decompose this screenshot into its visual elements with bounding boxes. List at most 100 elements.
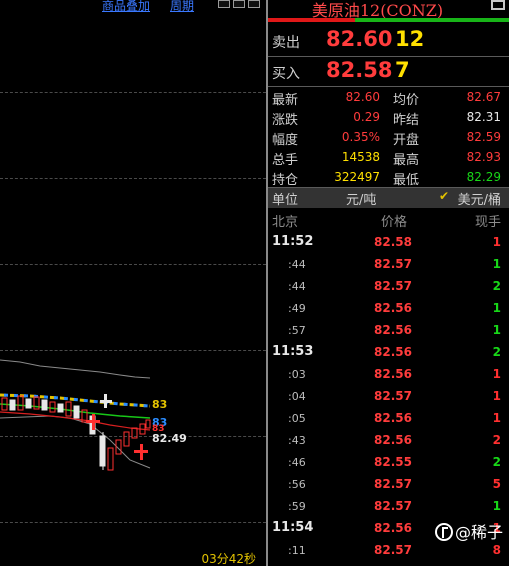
ask-price: 82.60 bbox=[326, 27, 393, 51]
tick-price: 82.57 bbox=[374, 477, 412, 491]
tick-header-time: 北京 bbox=[272, 215, 299, 230]
stat-label: 开盘 bbox=[393, 133, 420, 148]
tick-row[interactable]: :49 82.56 1 bbox=[268, 297, 509, 319]
tick-row[interactable]: :03 82.56 1 bbox=[268, 363, 509, 385]
tick-volume: 1 bbox=[492, 323, 501, 337]
tick-row[interactable]: 11:52 82.58 1 bbox=[268, 231, 509, 253]
price-level-label: 83 bbox=[152, 398, 168, 411]
stat-label: 均价 bbox=[393, 93, 420, 108]
stat-value: 322497 bbox=[334, 170, 380, 184]
tick-price: 82.56 bbox=[374, 301, 412, 315]
tick-row[interactable]: :43 82.56 2 bbox=[268, 429, 509, 451]
tick-header-volume: 现手 bbox=[474, 215, 501, 230]
stat-label: 涨跌 bbox=[272, 113, 299, 128]
tick-price: 82.57 bbox=[374, 257, 412, 271]
tick-price: 82.56 bbox=[374, 345, 412, 359]
tick-row[interactable]: :57 82.56 1 bbox=[268, 319, 509, 341]
tick-row[interactable]: :56 82.57 5 bbox=[268, 473, 509, 495]
stat-value: 82.60 bbox=[345, 90, 380, 104]
watermark-text: @稀子 bbox=[454, 523, 503, 542]
tick-price: 82.56 bbox=[374, 433, 412, 447]
bid-row[interactable]: 买入 82.58 7 bbox=[268, 56, 509, 86]
stat-label: 幅度 bbox=[272, 133, 299, 148]
fan-icon bbox=[434, 523, 453, 541]
tick-time: 11:52 bbox=[272, 234, 314, 249]
title-bar: 美原油12(CONZ) bbox=[268, 0, 509, 20]
buy-ratio-fill bbox=[354, 18, 509, 22]
stat-label: 持仓 bbox=[272, 173, 299, 188]
candlestick-plot bbox=[0, 359, 151, 471]
tick-volume: 1 bbox=[492, 389, 501, 403]
tick-price: 82.58 bbox=[374, 235, 412, 249]
tick-time: :11 bbox=[288, 544, 306, 557]
tick-volume: 1 bbox=[492, 257, 501, 271]
stat-value: 14538 bbox=[341, 150, 380, 164]
band-lower-line bbox=[0, 415, 151, 469]
stat-value: 0.29 bbox=[353, 110, 380, 124]
tick-volume: 2 bbox=[492, 279, 501, 293]
quote-panel: 美原油12(CONZ) 卖出 82.60 12 买入 82.58 7 最新 82.… bbox=[268, 0, 509, 566]
maximize-icon[interactable] bbox=[491, 0, 505, 10]
unit-cny-option[interactable]: 元/吨 bbox=[346, 189, 376, 208]
unit-row: 单位 元/吨 ✔ 美元/桶 bbox=[268, 188, 509, 208]
stat-value: 82.67 bbox=[466, 90, 501, 104]
tick-row[interactable]: :04 82.57 1 bbox=[268, 385, 509, 407]
stat-row: 持仓 322497 最低 82.29 bbox=[268, 168, 509, 188]
kline-chart[interactable]: 商品叠加 周期 83 83 83 82.49 03分42秒 bbox=[0, 0, 266, 566]
stat-label: 最低 bbox=[393, 173, 420, 188]
tick-volume: 2 bbox=[492, 345, 501, 359]
tick-row[interactable]: 11:53 82.56 2 bbox=[268, 341, 509, 363]
bid-volume: 7 bbox=[395, 58, 410, 82]
stat-row: 最新 82.60 均价 82.67 bbox=[268, 88, 509, 108]
tick-volume: 8 bbox=[492, 543, 501, 557]
candles bbox=[1, 395, 151, 471]
stat-label: 最高 bbox=[393, 153, 420, 168]
stat-value: 0.35% bbox=[341, 130, 380, 144]
stat-row: 总手 14538 最高 82.93 bbox=[268, 148, 509, 168]
ask-row[interactable]: 卖出 82.60 12 bbox=[268, 25, 509, 55]
stat-label: 昨结 bbox=[393, 113, 420, 128]
buy-sell-ratio-bar bbox=[268, 18, 509, 22]
stat-value: 82.29 bbox=[466, 170, 501, 184]
tick-price: 82.56 bbox=[374, 521, 412, 535]
stat-row: 幅度 0.35% 开盘 82.59 bbox=[268, 128, 509, 148]
stat-value: 82.93 bbox=[466, 150, 501, 164]
tick-price: 82.57 bbox=[374, 499, 412, 513]
tick-row[interactable]: :44 82.57 2 bbox=[268, 275, 509, 297]
tick-time: :05 bbox=[288, 412, 306, 425]
bar-countdown: 03分42秒 bbox=[201, 552, 256, 566]
tick-list[interactable]: 11:52 82.58 1:44 82.57 1:44 82.57 2:49 82.56 1:5… bbox=[268, 231, 509, 561]
tick-row[interactable]: :05 82.56 1 bbox=[268, 407, 509, 429]
signal-marks bbox=[86, 414, 148, 460]
tick-time: :44 bbox=[288, 258, 306, 271]
tick-time: :04 bbox=[288, 390, 306, 403]
tick-row[interactable]: :59 82.57 1 bbox=[268, 495, 509, 517]
tick-volume: 1 bbox=[492, 367, 501, 381]
tick-price: 82.55 bbox=[374, 455, 412, 469]
tick-time: 11:54 bbox=[272, 520, 314, 535]
tick-price: 82.56 bbox=[374, 323, 412, 337]
band-upper-line bbox=[0, 359, 151, 379]
bid-price: 82.58 bbox=[326, 58, 393, 82]
tick-volume: 1 bbox=[492, 235, 501, 249]
price-level-label: 82.49 bbox=[152, 432, 187, 445]
ask-volume: 12 bbox=[395, 27, 425, 51]
stat-label: 最新 bbox=[272, 93, 299, 108]
tick-price: 82.56 bbox=[374, 367, 412, 381]
sell-ratio-fill bbox=[268, 18, 355, 22]
watermark: @稀子 bbox=[423, 519, 503, 543]
tick-time: :56 bbox=[288, 478, 306, 491]
ask-label: 卖出 bbox=[272, 35, 300, 51]
unit-label: 单位 bbox=[272, 193, 299, 208]
tick-time: :57 bbox=[288, 324, 306, 337]
tick-time: :46 bbox=[288, 456, 306, 469]
tick-price: 82.56 bbox=[374, 411, 412, 425]
tick-time: :03 bbox=[288, 368, 306, 381]
check-icon: ✔ bbox=[438, 189, 449, 203]
tick-time: :43 bbox=[288, 434, 306, 447]
tick-volume: 2 bbox=[492, 455, 501, 469]
tick-row[interactable]: :44 82.57 1 bbox=[268, 253, 509, 275]
tick-row[interactable]: :46 82.55 2 bbox=[268, 451, 509, 473]
unit-usd-option[interactable]: 美元/桶 bbox=[458, 189, 501, 208]
bid-label: 买入 bbox=[272, 66, 300, 82]
